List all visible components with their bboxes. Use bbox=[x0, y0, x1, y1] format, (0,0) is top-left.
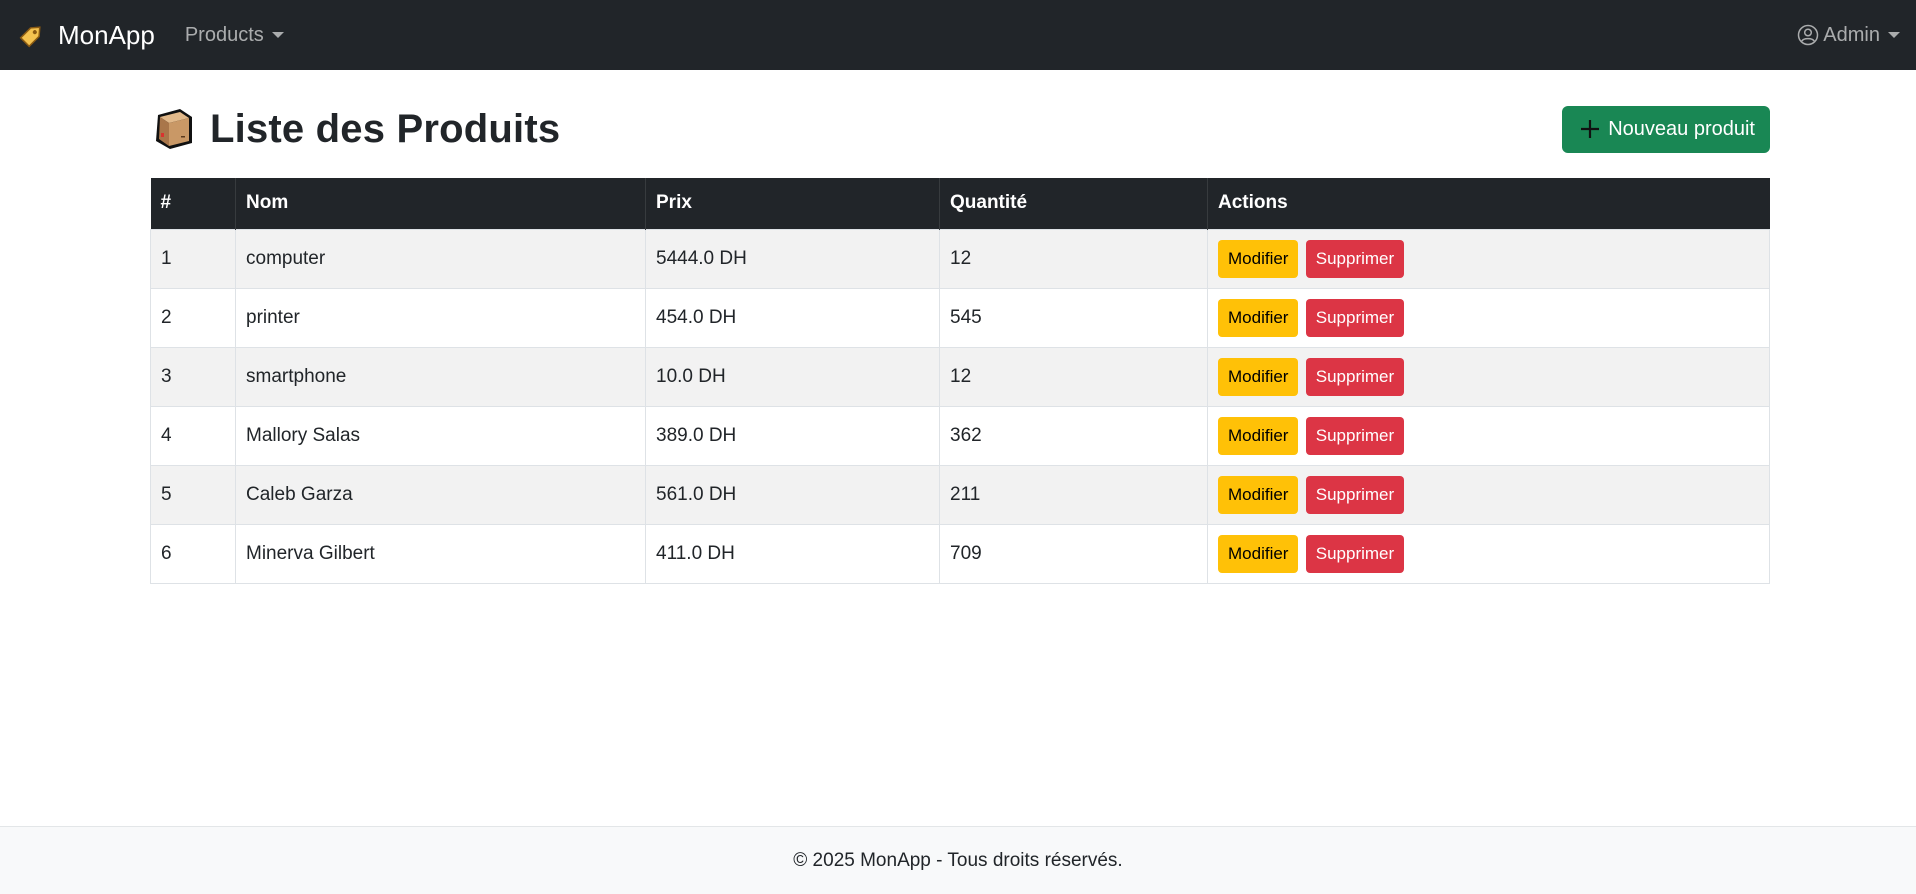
cell-actions: Modifier Supprimer bbox=[1207, 287, 1770, 348]
footer-text: © 2025 MonApp - Tous droits réservés. bbox=[793, 849, 1123, 871]
edit-button[interactable]: Modifier bbox=[1218, 239, 1299, 278]
cell-prix: 5444.0 DH bbox=[645, 228, 940, 289]
cell-nom: printer bbox=[235, 287, 646, 348]
cell-actions: Modifier Supprimer bbox=[1207, 228, 1770, 289]
footer: © 2025 MonApp - Tous droits réservés. bbox=[0, 826, 1916, 894]
cell-nom: smartphone bbox=[235, 346, 646, 407]
brand-link[interactable]: MonApp bbox=[18, 20, 155, 51]
new-product-label: Nouveau produit bbox=[1608, 117, 1755, 140]
cell-prix: 389.0 DH bbox=[645, 405, 940, 466]
delete-button[interactable]: Supprimer bbox=[1305, 475, 1405, 514]
cell-id: 5 bbox=[150, 464, 236, 525]
products-table: # Nom Prix Quantité Actions 1 computer 5… bbox=[150, 178, 1770, 584]
tag-icon bbox=[18, 21, 46, 49]
new-product-button[interactable]: Nouveau produit bbox=[1562, 105, 1770, 153]
header-quantite: Quantité bbox=[939, 178, 1208, 229]
cell-nom: Minerva Gilbert bbox=[235, 523, 646, 584]
delete-button[interactable]: Supprimer bbox=[1305, 534, 1405, 573]
page-header: Liste des Produits Nouveau produit bbox=[150, 104, 1770, 154]
header-id: # bbox=[150, 178, 236, 229]
chevron-down-icon bbox=[1888, 32, 1900, 38]
cell-quantite: 545 bbox=[939, 287, 1208, 348]
edit-button[interactable]: Modifier bbox=[1218, 357, 1299, 396]
cell-id: 6 bbox=[150, 523, 236, 584]
cell-quantite: 362 bbox=[939, 405, 1208, 466]
plus-icon bbox=[1578, 117, 1602, 141]
cell-actions: Modifier Supprimer bbox=[1207, 346, 1770, 407]
user-dropdown[interactable]: Admin bbox=[1797, 24, 1900, 47]
delete-button[interactable]: Supprimer bbox=[1305, 239, 1405, 278]
table-body: 1 computer 5444.0 DH 12 Modifier Supprim… bbox=[150, 228, 1770, 584]
cell-id: 4 bbox=[150, 405, 236, 466]
navbar: MonApp Products Admin bbox=[0, 0, 1916, 70]
edit-button[interactable]: Modifier bbox=[1218, 534, 1299, 573]
cell-actions: Modifier Supprimer bbox=[1207, 523, 1770, 584]
brand-name: MonApp bbox=[58, 19, 155, 50]
table-row: 3 smartphone 10.0 DH 12 Modifier Supprim… bbox=[150, 346, 1770, 407]
edit-button[interactable]: Modifier bbox=[1218, 475, 1299, 514]
table-row: 5 Caleb Garza 561.0 DH 211 Modifier Supp… bbox=[150, 464, 1770, 525]
page-title: Liste des Produits bbox=[150, 105, 560, 153]
table-row: 2 printer 454.0 DH 545 Modifier Supprime… bbox=[150, 287, 1770, 348]
table-row: 4 Mallory Salas 389.0 DH 362 Modifier Su… bbox=[150, 405, 1770, 466]
products-dropdown-label: Products bbox=[184, 23, 264, 46]
delete-button[interactable]: Supprimer bbox=[1305, 298, 1405, 337]
main-content: Liste des Produits Nouveau produit # Nom… bbox=[150, 70, 1770, 584]
cell-id: 3 bbox=[150, 346, 236, 407]
cell-id: 2 bbox=[150, 287, 236, 348]
edit-button[interactable]: Modifier bbox=[1218, 298, 1299, 337]
page-title-text: Liste des Produits bbox=[210, 106, 561, 151]
table-row: 1 computer 5444.0 DH 12 Modifier Supprim… bbox=[150, 228, 1770, 289]
header-actions: Actions bbox=[1218, 192, 1288, 214]
table-header: # Nom Prix Quantité Actions bbox=[150, 178, 1770, 229]
cell-actions: Modifier Supprimer bbox=[1207, 405, 1770, 466]
header-nom: Nom bbox=[235, 178, 646, 229]
chevron-down-icon bbox=[271, 32, 284, 38]
header-prix: Prix bbox=[645, 178, 940, 229]
delete-button[interactable]: Supprimer bbox=[1305, 357, 1405, 396]
cell-actions: Modifier Supprimer bbox=[1207, 464, 1770, 525]
cell-nom: Mallory Salas bbox=[235, 405, 646, 466]
cell-nom: computer bbox=[235, 228, 646, 289]
cell-quantite: 709 bbox=[939, 523, 1208, 584]
cell-prix: 411.0 DH bbox=[645, 523, 940, 584]
cell-id: 1 bbox=[150, 228, 236, 289]
person-circle-icon bbox=[1797, 24, 1819, 46]
delete-button[interactable]: Supprimer bbox=[1305, 416, 1405, 455]
cell-prix: 10.0 DH bbox=[645, 346, 940, 407]
cell-quantite: 211 bbox=[939, 464, 1208, 525]
table-header-row: # Nom Prix Quantité Actions bbox=[150, 178, 1770, 229]
cell-prix: 454.0 DH bbox=[645, 287, 940, 348]
table-row: 6 Minerva Gilbert 411.0 DH 709 Modifier … bbox=[150, 523, 1770, 584]
edit-button[interactable]: Modifier bbox=[1218, 416, 1299, 455]
cell-prix: 561.0 DH bbox=[645, 464, 940, 525]
cell-nom: Caleb Garza bbox=[235, 464, 646, 525]
products-dropdown[interactable]: Products bbox=[185, 24, 284, 47]
cell-quantite: 12 bbox=[939, 228, 1208, 289]
package-icon bbox=[150, 105, 196, 153]
cell-quantite: 12 bbox=[939, 346, 1208, 407]
user-dropdown-label: Admin bbox=[1823, 23, 1880, 46]
